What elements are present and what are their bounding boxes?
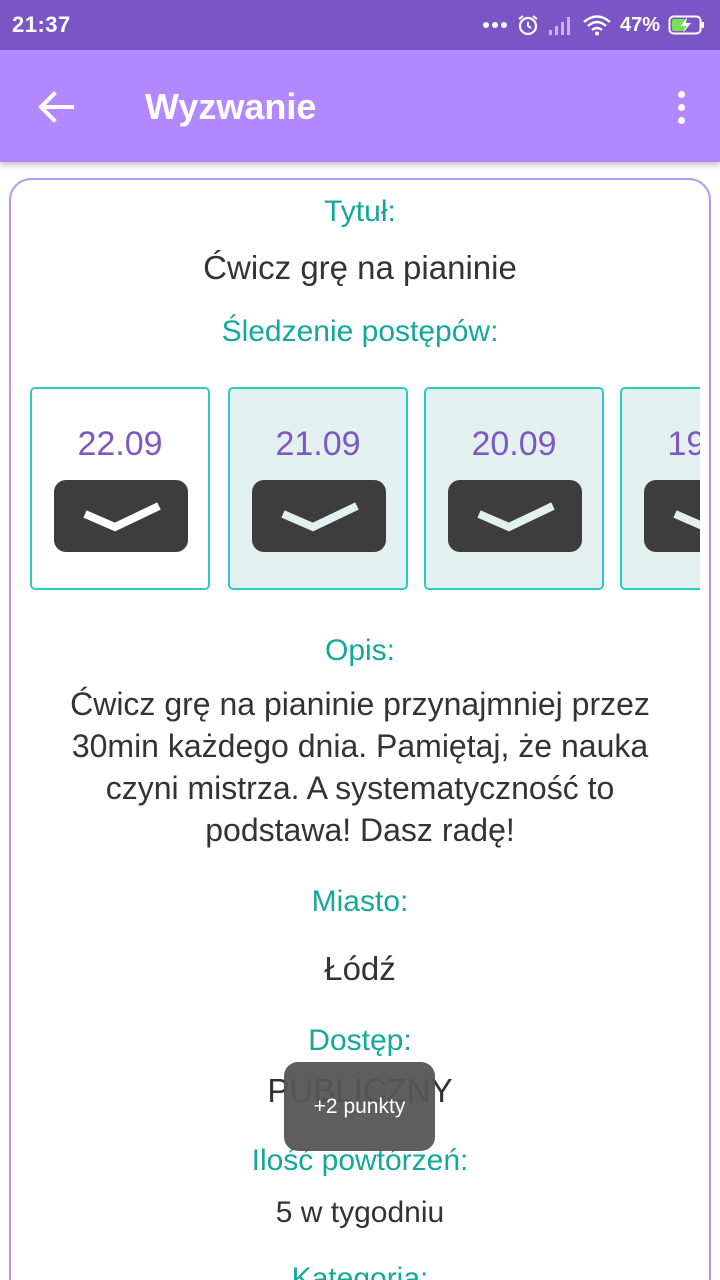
description-line: Ćwicz grę na pianinie przynajmniej przez xyxy=(70,686,650,722)
progress-day-date: 19.09 xyxy=(667,425,700,463)
check-icon[interactable] xyxy=(644,480,700,552)
back-button[interactable] xyxy=(30,84,80,130)
status-bar: 21:37 47% xyxy=(0,0,720,50)
progress-day[interactable]: 20.09 xyxy=(424,387,604,590)
progress-day-date: 22.09 xyxy=(77,425,163,463)
progress-tracker[interactable]: 22.09 21.09 20.09 19.09 xyxy=(30,387,700,591)
status-time: 21:37 xyxy=(12,12,71,37)
repetitions-value: 5 w tygodniu xyxy=(275,1196,445,1229)
description-line: 30min każdego dnia. Pamiętaj, że nauka xyxy=(71,728,649,764)
progress-label: Śledzenie postępów: xyxy=(221,315,499,348)
title-label: Tytuł: xyxy=(324,195,396,228)
access-label: Dostęp: xyxy=(308,1024,412,1057)
signal-icon xyxy=(548,14,574,36)
check-icon[interactable] xyxy=(54,480,188,552)
battery-percent: 47% xyxy=(619,13,660,36)
page-title: Wyzwanie xyxy=(145,86,317,127)
progress-day-date: 20.09 xyxy=(471,425,557,463)
description-line: czyni mistrza. A systematyczność to xyxy=(105,770,615,806)
more-vert-icon[interactable] xyxy=(666,84,696,130)
category-label: Kategoria: xyxy=(291,1262,429,1280)
progress-day[interactable]: 22.09 xyxy=(30,387,210,590)
progress-day[interactable]: 21.09 xyxy=(228,387,408,590)
more-dots-icon xyxy=(482,21,508,29)
battery-charging-icon xyxy=(668,14,706,36)
app-bar: Wyzwanie xyxy=(0,50,720,162)
progress-day-date: 21.09 xyxy=(275,425,361,463)
progress-day[interactable]: 19.09 xyxy=(620,387,700,590)
city-value: Łódź xyxy=(324,950,396,987)
arrow-back-icon xyxy=(38,91,74,123)
city-label: Miasto: xyxy=(311,885,409,918)
description-label: Opis: xyxy=(324,634,396,667)
alarm-icon xyxy=(516,13,540,37)
challenge-title: Ćwicz grę na pianinie xyxy=(203,249,517,286)
description-line: podstawa! Dasz radę! xyxy=(205,812,515,848)
check-icon[interactable] xyxy=(252,480,386,552)
status-icons: 47% xyxy=(482,13,706,37)
wifi-icon xyxy=(582,14,612,36)
check-icon[interactable] xyxy=(448,480,582,552)
points-toast: +2 punkty xyxy=(284,1062,435,1151)
